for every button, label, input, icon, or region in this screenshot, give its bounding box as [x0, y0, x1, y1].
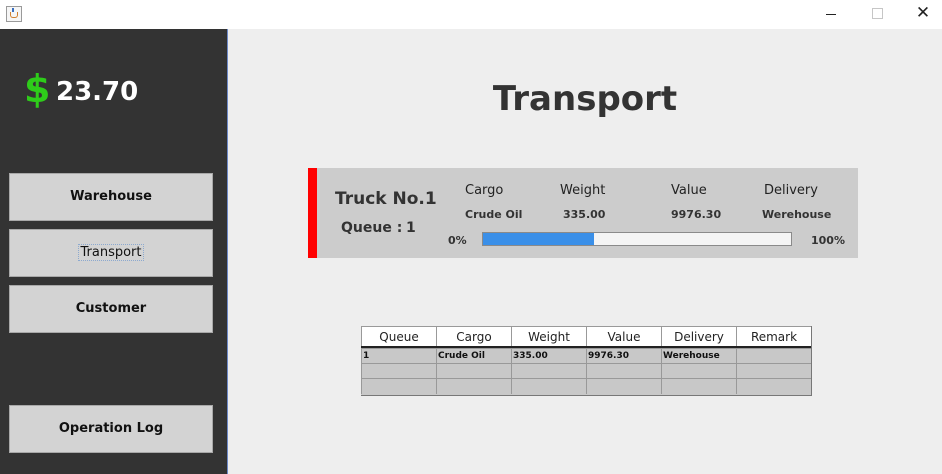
table-cell[interactable] — [661, 378, 736, 394]
table-cell[interactable] — [586, 378, 661, 394]
table-cell[interactable] — [436, 363, 511, 379]
balance-amount: 23.70 — [56, 77, 139, 107]
table-cell[interactable] — [586, 363, 661, 379]
transport-button-label: Transport — [78, 244, 144, 261]
dollar-icon: $ — [24, 67, 51, 111]
table-cell[interactable] — [661, 363, 736, 379]
progress-min-label: 0% — [448, 234, 467, 247]
truck-name: Truck No.1 — [335, 189, 437, 209]
warehouse-button[interactable]: Warehouse — [9, 173, 213, 221]
column-header-cargo[interactable]: Cargo — [436, 326, 511, 346]
table-cell[interactable] — [511, 363, 586, 379]
operation-log-button[interactable]: Operation Log — [9, 405, 213, 453]
table-cell[interactable] — [436, 378, 511, 394]
table-cell[interactable] — [736, 348, 811, 364]
weight-header: Weight — [560, 183, 606, 198]
table-cell[interactable] — [361, 378, 436, 394]
customer-button[interactable]: Customer — [9, 285, 213, 333]
table-cell[interactable] — [736, 378, 811, 394]
table-cell[interactable] — [361, 363, 436, 379]
minimize-button[interactable] — [808, 0, 854, 29]
column-header-weight[interactable]: Weight — [511, 326, 586, 346]
value-value: 9976.30 — [671, 208, 722, 221]
minimize-icon — [826, 14, 836, 15]
table-cell[interactable]: Werehouse — [661, 348, 736, 364]
delivery-header: Delivery — [764, 183, 818, 198]
column-header-queue[interactable]: Queue — [361, 326, 436, 346]
weight-value: 335.00 — [563, 208, 606, 221]
table-cell[interactable]: 9976.30 — [586, 348, 661, 364]
progress-fill — [483, 233, 594, 245]
column-header-delivery[interactable]: Delivery — [661, 326, 736, 346]
progress-max-label: 100% — [811, 234, 845, 247]
delivery-value: Werehouse — [762, 208, 832, 221]
maximize-icon — [872, 8, 883, 19]
truck-card: Truck No.1 Queue : 1 Cargo Weight Value … — [308, 168, 858, 258]
table-cell[interactable]: 335.00 — [511, 348, 586, 364]
maximize-button[interactable] — [854, 0, 900, 29]
queue-label: Queue : — [341, 220, 403, 236]
queue-table[interactable]: Queue Cargo Weight Value Delivery Remark… — [361, 326, 812, 396]
title-bar: ✕ — [0, 0, 942, 29]
java-app-icon — [6, 6, 22, 22]
column-header-remark[interactable]: Remark — [736, 326, 811, 346]
close-icon: ✕ — [915, 3, 931, 23]
table-header: Queue Cargo Weight Value Delivery Remark — [361, 326, 811, 346]
sidebar: $ 23.70 Warehouse Transport Customer Ope… — [0, 29, 228, 474]
close-button[interactable]: ✕ — [900, 0, 942, 29]
table-cell[interactable]: Crude Oil — [436, 348, 511, 364]
transport-button[interactable]: Transport — [9, 229, 213, 277]
queue-value: 1 — [406, 220, 416, 236]
value-header: Value — [671, 183, 707, 198]
table-cell[interactable]: 1 — [361, 348, 436, 364]
page-title: Transport — [492, 79, 678, 119]
table-cell[interactable] — [511, 378, 586, 394]
cargo-value: Crude Oil — [465, 208, 523, 221]
table-cell[interactable] — [736, 363, 811, 379]
card-accent-bar — [308, 168, 317, 258]
progress-bar — [482, 232, 792, 246]
column-header-value[interactable]: Value — [586, 326, 661, 346]
cargo-header: Cargo — [465, 183, 504, 198]
